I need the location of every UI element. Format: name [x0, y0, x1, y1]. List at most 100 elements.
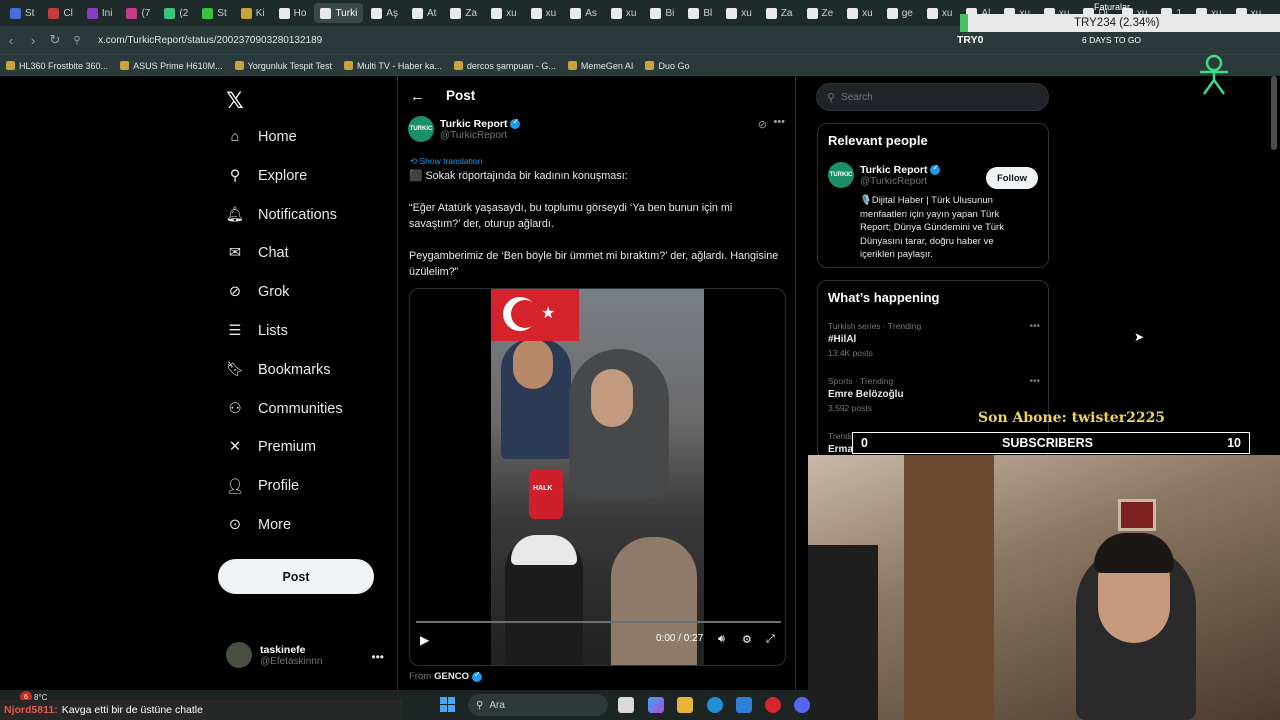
- man-face: [513, 339, 553, 389]
- search-input[interactable]: ⚲ Search: [816, 83, 1049, 111]
- search-placeholder: Search: [841, 91, 873, 103]
- discord-icon[interactable]: [794, 697, 810, 713]
- trend-item[interactable]: Turkish series · Trending #HilAl 13.4K pos…: [828, 321, 1040, 358]
- back-arrow-icon[interactable]: ←: [410, 88, 425, 105]
- url-field[interactable]: x.com/TurkicReport/status/20023709032801…: [98, 35, 322, 46]
- trend-more-icon[interactable]: •••: [1029, 376, 1040, 387]
- nav-item-explore[interactable]: ⚲ Explore: [226, 161, 307, 191]
- author-handle[interactable]: @TurkicReport: [440, 130, 520, 141]
- nav-item-home[interactable]: ⌂ Home: [226, 122, 297, 152]
- browser-tab[interactable]: St: [196, 3, 232, 23]
- bookmark-item[interactable]: MemeGen AI: [567, 61, 633, 71]
- browser-tab[interactable]: ge: [881, 3, 919, 23]
- nav-item-communities[interactable]: ⚇ Communities: [226, 394, 343, 424]
- bookmark-item[interactable]: Multi TV - Haber ka...: [344, 61, 442, 71]
- copilot-icon[interactable]: [648, 697, 664, 713]
- trend-category: Sports · Trending: [828, 376, 894, 386]
- tab-favicon-icon: [240, 7, 252, 19]
- back-nav-icon[interactable]: ‹: [0, 33, 22, 48]
- from-label: From: [409, 671, 432, 682]
- video-progress-bar[interactable]: [416, 621, 781, 623]
- person-name[interactable]: Turkic Report: [860, 164, 927, 176]
- follow-button[interactable]: Follow: [986, 167, 1038, 189]
- reload-icon[interactable]: ↻: [44, 32, 66, 48]
- bookmark-item[interactable]: dercos şampuan - G...: [453, 61, 556, 71]
- browser-tab[interactable]: (2: [158, 3, 194, 23]
- post-button[interactable]: Post: [218, 559, 374, 594]
- site-info-icon[interactable]: ⚲: [66, 35, 88, 46]
- scrollbar[interactable]: [1271, 76, 1277, 150]
- nav-item-bookmarks[interactable]: 🔖︎ Bookmarks: [226, 355, 331, 385]
- play-icon[interactable]: ▶: [420, 633, 429, 647]
- post-author[interactable]: TURKIC Turkic Report @TurkicReport: [408, 116, 521, 142]
- post-more-icon[interactable]: •••: [773, 116, 785, 128]
- tab-label: Ze: [821, 7, 834, 19]
- show-translation-link[interactable]: ⟲ Show translation: [410, 156, 482, 167]
- browser-tab[interactable]: (7: [120, 3, 156, 23]
- nav-item-more[interactable]: ⊙ More: [226, 510, 291, 540]
- nav-item-chat[interactable]: ✉ Chat: [226, 238, 289, 268]
- x-logo-icon[interactable]: 𝕏: [226, 88, 244, 114]
- bookmark-icon: 🔖︎: [225, 362, 245, 379]
- browser-tab[interactable]: Cl: [42, 3, 78, 23]
- browser-tab[interactable]: Za: [444, 3, 483, 23]
- browser-tab[interactable]: Ini: [81, 3, 119, 23]
- task-view-icon[interactable]: [618, 697, 634, 713]
- nav-item-grok[interactable]: ⊘ Grok: [226, 277, 290, 307]
- account-more-icon[interactable]: •••: [371, 650, 384, 664]
- browser-tab[interactable]: Turki: [314, 3, 364, 23]
- left-navigation: 𝕏 ⌂ Home ⚲ Explore 🔔︎ Notifications ✉ Chat ⊘ Grok…: [218, 80, 388, 690]
- grok-icon[interactable]: ⊘: [758, 118, 767, 131]
- bookmark-item[interactable]: HL360 Frostbite 360...: [6, 61, 108, 71]
- browser-tab[interactable]: xu: [720, 3, 758, 23]
- browser-tab[interactable]: Aş: [365, 3, 404, 23]
- browser-tab[interactable]: xu: [525, 3, 563, 23]
- browser-tab[interactable]: xu: [605, 3, 643, 23]
- bookmark-item[interactable]: Duo Go: [645, 61, 689, 71]
- edge-icon[interactable]: [707, 697, 723, 713]
- tab-favicon-icon: [650, 7, 662, 19]
- browser-tab[interactable]: As: [564, 3, 603, 23]
- browser-tab[interactable]: Ze: [801, 3, 840, 23]
- volume-icon[interactable]: 🔊︎: [718, 633, 725, 646]
- verified-badge-icon: [510, 117, 521, 129]
- browser-tab[interactable]: xu: [485, 3, 523, 23]
- video-frame[interactable]: ★ HALK: [491, 289, 704, 665]
- nav-item-lists[interactable]: ☰ Lists: [226, 316, 288, 346]
- forward-nav-icon[interactable]: ›: [22, 33, 44, 48]
- trend-more-icon[interactable]: •••: [1029, 321, 1040, 332]
- author-name[interactable]: Turkic Report: [440, 118, 507, 130]
- opera-icon[interactable]: [765, 697, 781, 713]
- browser-tab[interactable]: Ho: [273, 3, 313, 23]
- file-explorer-icon[interactable]: [677, 697, 693, 713]
- person-avatar[interactable]: TURKIC: [828, 162, 854, 188]
- browser-tab[interactable]: xu: [841, 3, 879, 23]
- author-avatar[interactable]: TURKIC: [408, 116, 434, 142]
- store-icon[interactable]: [736, 697, 752, 713]
- trend-item[interactable]: Sports · Trending Emre Belözoğlu 3,592 pos…: [828, 376, 1040, 413]
- fullscreen-icon[interactable]: ⤢: [766, 633, 775, 646]
- tab-label: At: [426, 7, 437, 19]
- tab-label: Ho: [293, 7, 307, 19]
- bookmark-item[interactable]: Yorgunluk Tespit Test: [234, 61, 332, 71]
- from-name[interactable]: GENCO: [434, 671, 469, 682]
- browser-tab[interactable]: xu: [921, 3, 959, 23]
- browser-tab[interactable]: Za: [760, 3, 799, 23]
- browser-tab[interactable]: Ki: [235, 3, 271, 23]
- nav-item-notifications[interactable]: 🔔︎ Notifications: [226, 200, 337, 230]
- windows-start-icon[interactable]: [440, 697, 455, 712]
- video-player[interactable]: ★ HALK ▶ 0:00 / 0:27 🔊︎ ⚙ ⤢: [409, 288, 786, 666]
- nav-item-profile[interactable]: 👤︎ Profile: [226, 471, 299, 501]
- nav-item-premium[interactable]: ✕ Premium: [226, 432, 316, 462]
- browser-tab[interactable]: At: [406, 3, 442, 23]
- account-switcher[interactable]: taskinefe @Efetaskinnn •••: [226, 642, 386, 668]
- browser-tab[interactable]: Bi: [644, 3, 680, 23]
- tab-favicon-icon: [530, 7, 542, 19]
- settings-icon[interactable]: ⚙: [742, 633, 752, 646]
- person-handle[interactable]: @TurkicReport: [860, 176, 940, 187]
- taskbar-search[interactable]: ⚲ Ara: [468, 694, 608, 716]
- bookmark-item[interactable]: ASUS Prime H610M...: [120, 61, 223, 71]
- browser-tab[interactable]: Bl: [682, 3, 718, 23]
- browser-tab[interactable]: St: [4, 3, 40, 23]
- video-controls: ▶ 0:00 / 0:27 🔊︎ ⚙ ⤢: [410, 621, 785, 665]
